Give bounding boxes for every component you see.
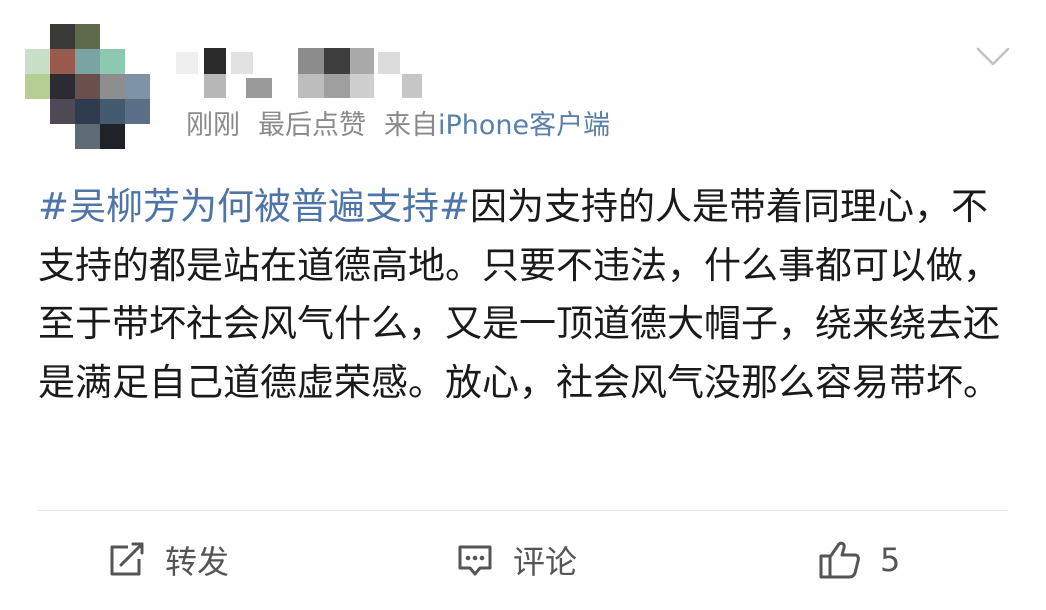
- action-bar: 转发 评论 5: [0, 520, 1046, 600]
- comment-icon: [458, 545, 492, 576]
- username-redacted[interactable]: [176, 48, 426, 100]
- username-mosaic-cell: [350, 48, 374, 74]
- username-mosaic-cell: [246, 78, 272, 98]
- avatar-mosaic-cell: [100, 74, 125, 99]
- avatar-mosaic-cell: [100, 124, 125, 149]
- source-prefix: 来自: [384, 110, 438, 141]
- avatar-mosaic-cell: [50, 74, 75, 99]
- thumbs-up-icon: [819, 541, 860, 579]
- comment-label: 评论: [513, 543, 578, 581]
- username-mosaic-cell: [204, 74, 226, 98]
- username-mosaic-cell: [402, 74, 422, 98]
- like-count: 5: [880, 541, 901, 579]
- avatar-mosaic-cell: [25, 49, 50, 74]
- repost-icon: [110, 542, 144, 576]
- post-time: 刚刚: [186, 110, 240, 141]
- avatar-mosaic-cell: [50, 99, 75, 124]
- username-mosaic-cell: [350, 74, 374, 98]
- avatar-mosaic-cell: [125, 99, 150, 124]
- avatar-mosaic-cell: [100, 99, 125, 124]
- avatar-mosaic-cell: [75, 24, 100, 49]
- username-mosaic-cell: [298, 48, 324, 74]
- chevron-down-icon: [976, 47, 1010, 66]
- divider: [38, 510, 1008, 511]
- avatar-mosaic-cell: [50, 49, 75, 74]
- username-mosaic-cell: [298, 74, 324, 98]
- post-activity: 最后点赞: [258, 110, 366, 141]
- avatar-mosaic-cell: [75, 99, 100, 124]
- avatar-mosaic-cell: [100, 49, 125, 74]
- avatar[interactable]: [25, 24, 151, 150]
- avatar-mosaic-cell: [75, 124, 100, 149]
- avatar-mosaic-cell: [125, 74, 150, 99]
- username-mosaic-cell: [378, 52, 400, 74]
- more-button[interactable]: [976, 46, 1010, 68]
- comment-button[interactable]: 评论: [455, 520, 577, 600]
- topic-hashtag-link[interactable]: #吴柳芳为何被普遍支持#: [38, 185, 470, 228]
- repost-label: 转发: [165, 543, 230, 581]
- avatar-mosaic-cell: [25, 74, 50, 99]
- repost-button[interactable]: 转发: [107, 520, 229, 600]
- username-mosaic-cell: [324, 74, 350, 98]
- username-mosaic-cell: [176, 52, 198, 74]
- like-button[interactable]: 5: [818, 520, 900, 600]
- username-mosaic-cell: [204, 48, 226, 74]
- post-content: #吴柳芳为何被普遍支持#因为支持的人是带着同理心，不支持的都是站在道德高地。只要…: [38, 178, 1013, 412]
- avatar-mosaic-cell: [75, 74, 100, 99]
- post-meta: 刚刚 最后点赞 来自iPhone客户端: [186, 106, 610, 146]
- username-mosaic-cell: [231, 52, 253, 74]
- avatar-mosaic-cell: [50, 24, 75, 49]
- source-client-link[interactable]: iPhone客户端: [438, 110, 610, 141]
- avatar-mosaic-cell: [75, 49, 100, 74]
- username-mosaic-cell: [324, 48, 350, 74]
